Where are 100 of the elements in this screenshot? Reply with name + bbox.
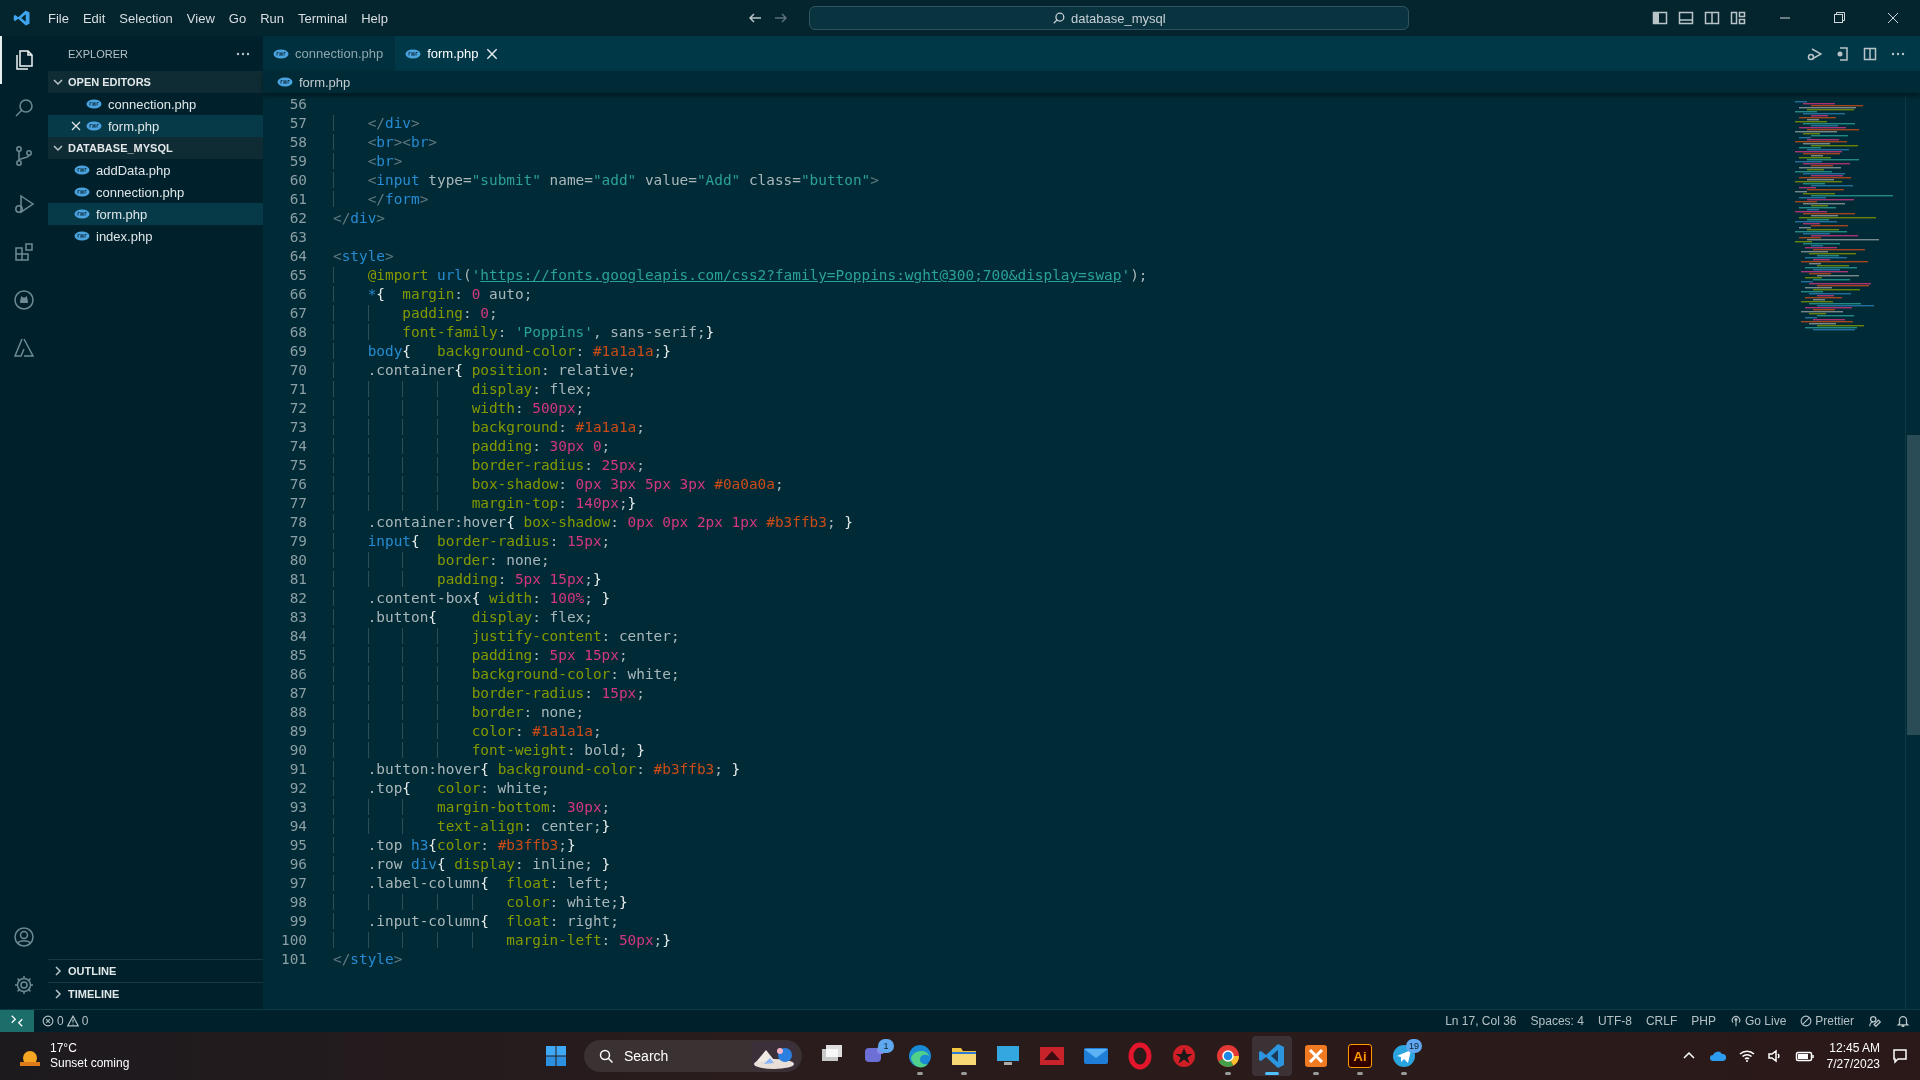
code-line: padding: 5px 15px; xyxy=(333,646,628,665)
menu-item[interactable]: Go xyxy=(221,7,254,29)
close-icon[interactable] xyxy=(484,46,499,61)
breadcrumb-item[interactable]: form.php xyxy=(277,74,351,90)
code-line: box-shadow: 0px 3px 5px 3px #0a0a0a; xyxy=(333,475,784,494)
php-file-icon xyxy=(405,48,422,59)
explorer-entry[interactable]: connection.php xyxy=(48,93,263,115)
line-number: 76 xyxy=(288,475,308,494)
menu-item[interactable]: File xyxy=(41,7,76,29)
status-item[interactable]: Spaces: 4 xyxy=(1530,1014,1584,1028)
triangle-icon[interactable] xyxy=(12,336,36,360)
run-debug-icon[interactable] xyxy=(12,192,36,216)
code-line: background: #1a1a1a; xyxy=(333,418,645,437)
line-number: 97 xyxy=(288,874,308,893)
line-number: 95 xyxy=(288,836,308,855)
wifi-icon[interactable] xyxy=(1738,1048,1755,1064)
php-file-icon xyxy=(74,165,90,175)
clock[interactable]: 12:45 AM 7/27/2023 xyxy=(1826,1040,1880,1072)
code-line: .row div{ display: inline; } xyxy=(333,855,611,874)
feedback-icon[interactable] xyxy=(1868,1014,1882,1028)
editor-tab[interactable]: connection.php xyxy=(263,36,396,71)
code-line: padding: 30px 0; xyxy=(333,437,611,456)
extensions-icon[interactable] xyxy=(12,240,36,264)
split-editor-icon[interactable] xyxy=(1862,45,1878,62)
account-icon[interactable] xyxy=(12,925,36,949)
problems-indicator[interactable]: 0 0 xyxy=(34,1014,97,1028)
section-header[interactable]: OUTLINE xyxy=(48,959,263,982)
scrollbar-thumb[interactable] xyxy=(1907,435,1920,735)
explorer-entry[interactable]: connection.php xyxy=(48,181,263,203)
line-number: 93 xyxy=(288,798,308,817)
layout-icon[interactable] xyxy=(1730,10,1746,26)
line-number: 99 xyxy=(288,912,308,931)
line-number: 80 xyxy=(288,551,308,570)
weather-widget[interactable]: 17°C Sunset coming xyxy=(0,1041,418,1071)
secondary-sidebar-icon[interactable] xyxy=(1704,10,1720,26)
notification-icon[interactable] xyxy=(1892,1048,1908,1064)
code-line: font-weight: bold; } xyxy=(333,741,645,760)
menu-item[interactable]: Edit xyxy=(75,7,113,29)
taskbar-search[interactable]: Search xyxy=(584,1040,802,1072)
taskbar-app[interactable]: 19 xyxy=(1384,1036,1424,1076)
php-file-icon xyxy=(74,231,90,241)
bell-icon[interactable] xyxy=(1896,1014,1910,1028)
status-item[interactable]: UTF-8 xyxy=(1597,1014,1632,1028)
sidebar-toggle-icon[interactable] xyxy=(1652,10,1668,26)
code-line: <input type="submit" name="add" value="Add" class="button"> xyxy=(333,171,879,190)
line-number: 57 xyxy=(288,114,308,133)
status-item[interactable]: Prettier xyxy=(1800,1014,1854,1028)
explorer-entry[interactable]: form.php xyxy=(48,115,263,137)
menu-item[interactable]: Help xyxy=(354,7,395,29)
code-line: .button:hover{ background-color: #b3ffb3; } xyxy=(333,760,741,779)
explorer-entry[interactable]: index.php xyxy=(48,225,263,247)
taskbar-app[interactable] xyxy=(1252,1036,1292,1076)
php-file-icon xyxy=(86,99,102,109)
code-line: border-radius: 15px; xyxy=(333,684,645,703)
speaker-icon[interactable] xyxy=(1766,1048,1783,1064)
code-line: .top h3{color: #b3ffb3;} xyxy=(333,836,576,855)
code-line: body{ background-color: #1a1a1a;} xyxy=(333,342,671,361)
php-file-icon xyxy=(74,187,90,197)
remote-icon[interactable] xyxy=(10,1014,24,1028)
code-line: padding: 0; xyxy=(333,304,498,323)
command-center[interactable]: database_mysql xyxy=(808,6,1409,30)
warning-icon xyxy=(66,1015,79,1027)
line-number: 62 xyxy=(288,209,308,228)
code-line: margin-left: 50px;} xyxy=(333,931,671,950)
line-number: 61 xyxy=(288,190,308,209)
status-item[interactable]: Go Live xyxy=(1729,1014,1787,1028)
line-number: 90 xyxy=(288,741,308,760)
section-header[interactable]: DATABASE_MYSQL xyxy=(48,137,263,159)
status-item[interactable]: CRLF xyxy=(1645,1014,1678,1028)
menu-item[interactable]: Selection xyxy=(112,7,180,29)
section-header[interactable]: TIMELINE xyxy=(48,982,263,1005)
code-line: .container:hover{ box-shadow: 0px 0px 2px 1px #b3ffb3; } xyxy=(333,513,853,532)
menu-item[interactable]: Run xyxy=(253,7,291,29)
code-line: <br> xyxy=(333,152,403,171)
taskbar-app[interactable]: Ai xyxy=(1340,1036,1380,1076)
line-number: 87 xyxy=(288,684,308,703)
explorer-entry[interactable]: addData.php xyxy=(48,159,263,181)
code-line: border: none; xyxy=(333,703,585,722)
menu-item[interactable]: Terminal xyxy=(291,7,355,29)
settings-icon[interactable] xyxy=(12,973,36,997)
status-item[interactable]: Ln 17, Col 36 xyxy=(1445,1014,1517,1028)
close-icon[interactable] xyxy=(70,120,82,132)
status-item[interactable]: PHP xyxy=(1691,1014,1716,1028)
explorer-entry[interactable]: form.php xyxy=(48,203,263,225)
code-line: *{ margin: 0 auto; xyxy=(333,285,533,304)
line-number: 68 xyxy=(288,323,308,342)
line-number: 70 xyxy=(288,361,308,380)
section-header[interactable]: OPEN EDITORS xyxy=(48,71,263,93)
line-number: 98 xyxy=(288,893,308,912)
line-number: 96 xyxy=(288,855,308,874)
run-debug-icon[interactable] xyxy=(1806,45,1822,62)
cat-face-icon[interactable] xyxy=(12,288,36,312)
line-number: 78 xyxy=(288,513,308,532)
line-number: 85 xyxy=(288,646,308,665)
clock-time: 12:45 AM xyxy=(1829,1040,1880,1056)
panel-toggle-icon[interactable] xyxy=(1678,10,1694,26)
taskbar-app[interactable]: 1 xyxy=(856,1036,896,1076)
menu-item[interactable]: View xyxy=(179,7,222,29)
code-line: width: 500px; xyxy=(333,399,585,418)
broadcast-icon xyxy=(1729,1015,1742,1027)
